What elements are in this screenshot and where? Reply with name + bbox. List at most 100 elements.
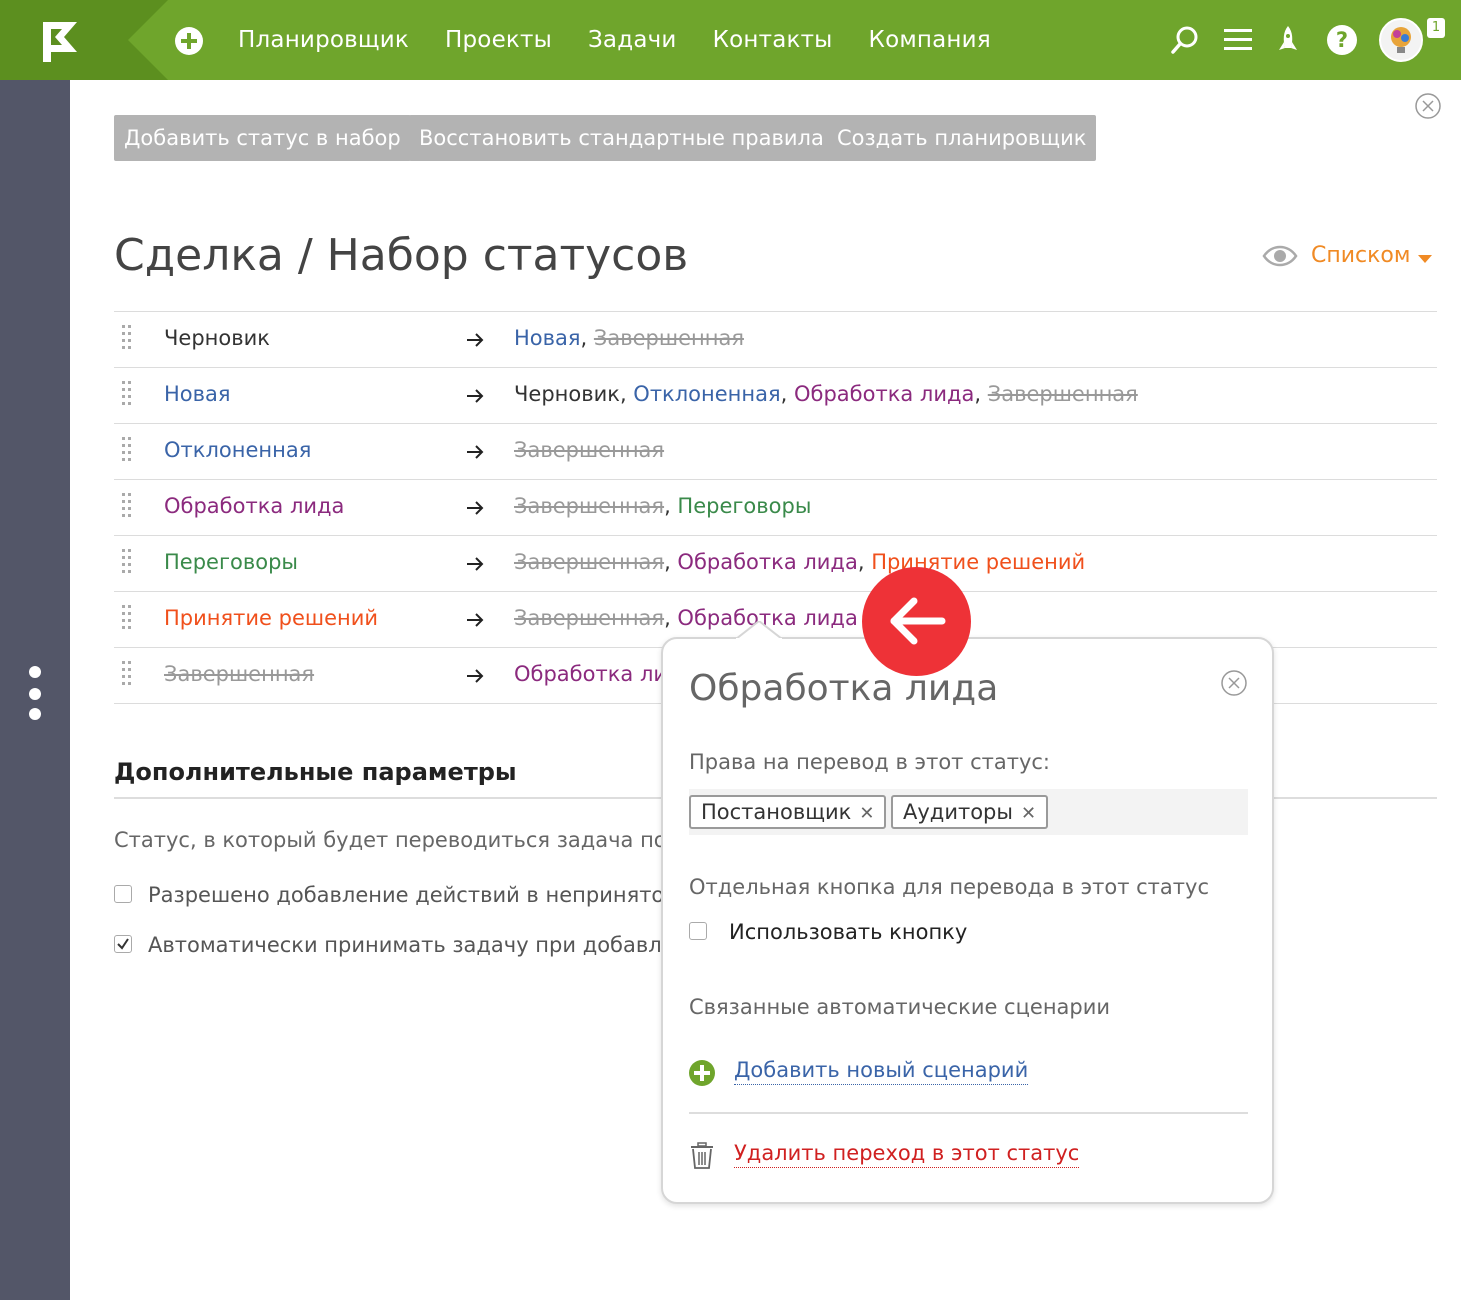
drag-handle-icon[interactable] (122, 661, 134, 687)
add-scenario-link[interactable]: Добавить новый сценарий (734, 1058, 1029, 1085)
search-icon[interactable] (1170, 24, 1200, 56)
back-button[interactable] (862, 567, 971, 676)
nav-item-company[interactable]: Компания (869, 27, 991, 53)
flag-logo-icon (0, 0, 168, 80)
auto-accept-label: Автоматически принимать задачу при добав… (148, 933, 689, 957)
view-mode-selector[interactable]: Списком (1311, 243, 1410, 268)
arrow-right-icon (467, 557, 484, 571)
remove-tag-icon[interactable]: ✕ (859, 803, 874, 824)
status-row[interactable]: Отклоненная Завершенная (114, 423, 1437, 479)
status-targets: Завершенная, Обработка лида, Принятие ре… (514, 550, 1085, 574)
nav-item-planner[interactable]: Планировщик (238, 27, 409, 53)
drag-handle-icon[interactable] (122, 493, 134, 519)
status-targets: Обработка ли (514, 662, 667, 686)
nav-item-tasks[interactable]: Задачи (588, 27, 677, 53)
status-name[interactable]: Новая (164, 382, 231, 406)
drag-handle-icon[interactable] (122, 605, 134, 631)
status-row[interactable]: Переговоры Завершенная, Обработка лида, П… (114, 535, 1437, 591)
status-row[interactable]: Черновик Новая, Завершенная (114, 311, 1437, 367)
status-targets: Новая, Завершенная (514, 326, 744, 350)
arrow-right-icon (467, 613, 484, 627)
target-status-link[interactable]: Новая (514, 326, 581, 350)
target-status-link[interactable]: Обработка лида (794, 382, 974, 406)
status-row[interactable]: Новая Черновик, Отклоненная, Обработка ли… (114, 367, 1437, 423)
restore-rules-button[interactable]: Восстановить стандартные правила (409, 115, 834, 161)
nav-item-projects[interactable]: Проекты (445, 27, 552, 53)
status-name[interactable]: Черновик (164, 326, 270, 350)
tag-assigner[interactable]: Постановщик ✕ (689, 795, 887, 829)
separator: , (619, 382, 634, 406)
target-status-link[interactable]: Черновик (514, 382, 620, 406)
drag-handle-icon[interactable] (122, 325, 134, 351)
notification-badge[interactable]: 1 (1427, 18, 1445, 38)
arrow-right-icon (467, 333, 484, 347)
tag-label: Постановщик (701, 800, 852, 824)
popup-close-icon[interactable] (1220, 669, 1248, 697)
target-status-link[interactable]: Завершенная (594, 326, 744, 350)
main-menu: Планировщик Проекты Задачи Контакты Комп… (238, 0, 1027, 80)
page-title: Сделка / Набор статусов (114, 230, 689, 281)
drag-handle-icon[interactable] (122, 381, 134, 407)
drag-handle-icon[interactable] (122, 437, 134, 463)
tag-label: Аудиторы (903, 800, 1013, 824)
add-status-button[interactable]: Добавить статус в набор (114, 115, 411, 161)
top-navigation-bar: Планировщик Проекты Задачи Контакты Комп… (0, 0, 1461, 80)
drag-handle-icon[interactable] (122, 549, 134, 575)
status-name[interactable]: Обработка лида (164, 494, 344, 518)
add-circle-icon[interactable] (688, 1059, 716, 1087)
status-targets: Черновик, Отклоненная, Обработка лида, З… (514, 382, 1138, 406)
logo[interactable] (0, 0, 168, 80)
arrow-right-icon (467, 445, 484, 459)
user-avatar[interactable] (1379, 18, 1423, 62)
create-planner-button[interactable]: Создать планировщик (827, 115, 1097, 161)
status-targets: Завершенная, Обработка лида (514, 606, 858, 630)
advanced-description: Статус, в который будет переводиться зад… (114, 828, 700, 852)
arrow-right-icon (467, 389, 484, 403)
status-name[interactable]: Принятие решений (164, 606, 378, 630)
target-status-link[interactable]: Завершенная (514, 494, 664, 518)
separator: , (857, 550, 872, 574)
use-button-option[interactable]: Использовать кнопку (689, 920, 967, 944)
add-plus-icon[interactable] (174, 26, 204, 56)
eye-icon[interactable] (1262, 244, 1298, 268)
status-name[interactable]: Завершенная (164, 662, 314, 686)
allow-actions-checkbox[interactable] (114, 885, 132, 903)
separator: , (664, 550, 678, 574)
rocket-icon[interactable] (1276, 24, 1300, 56)
menu-icon[interactable] (1224, 24, 1252, 54)
status-name[interactable]: Переговоры (164, 550, 298, 574)
remove-tag-icon[interactable]: ✕ (1021, 803, 1036, 824)
target-status-link[interactable]: Завершенная (514, 606, 664, 630)
target-status-link[interactable]: Завершенная (514, 550, 664, 574)
tag-auditors[interactable]: Аудиторы ✕ (891, 795, 1049, 829)
target-status-link[interactable]: Завершенная (988, 382, 1138, 406)
lightbulb-avatar-icon (1391, 27, 1411, 53)
target-status-link[interactable]: Отклоненная (633, 382, 780, 406)
popup-pointer (736, 621, 782, 641)
arrow-right-icon (467, 669, 484, 683)
caret-down-icon[interactable] (1418, 254, 1432, 264)
separator: , (664, 606, 678, 630)
separator: , (974, 382, 988, 406)
left-sidebar (0, 80, 70, 1300)
target-status-link[interactable]: Обработка лида (677, 550, 857, 574)
status-row[interactable]: Обработка лида Завершенная, Переговоры (114, 479, 1437, 535)
option-auto-accept[interactable]: Автоматически принимать задачу при добав… (114, 933, 688, 957)
trash-icon[interactable] (690, 1142, 714, 1170)
arrow-left-icon (890, 597, 946, 645)
close-icon[interactable] (1414, 92, 1442, 120)
status-name[interactable]: Отклоненная (164, 438, 311, 462)
option-allow-actions[interactable]: Разрешено добавление действий в непринят… (114, 883, 678, 907)
auto-accept-checkbox[interactable] (114, 935, 132, 953)
checkmark-icon (117, 938, 129, 950)
popup-title: Обработка лида (689, 668, 999, 709)
use-button-checkbox[interactable] (689, 922, 707, 940)
allow-actions-label: Разрешено добавление действий в непринят… (148, 883, 678, 907)
target-status-link[interactable]: Переговоры (677, 494, 811, 518)
target-status-link[interactable]: Обработка ли (514, 662, 667, 686)
target-status-link[interactable]: Завершенная (514, 438, 664, 462)
help-icon[interactable]: ? (1326, 24, 1358, 56)
separator: , (780, 382, 794, 406)
nav-item-contacts[interactable]: Контакты (713, 27, 833, 53)
delete-transition-link[interactable]: Удалить переход в этот статус (734, 1141, 1080, 1168)
